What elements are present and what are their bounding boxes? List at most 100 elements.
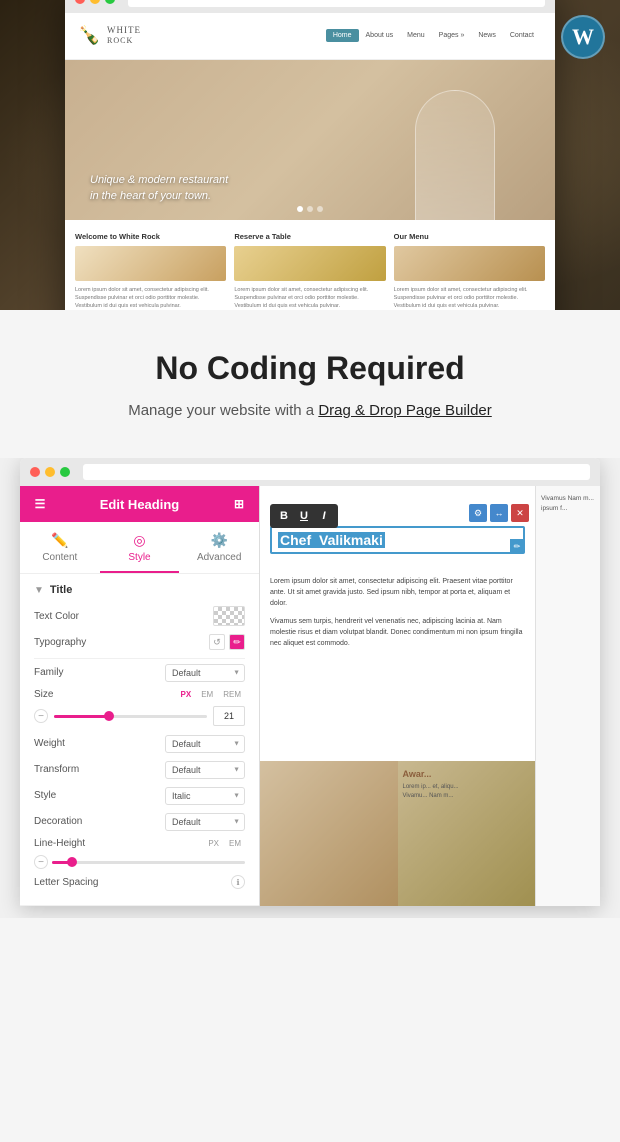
article-paragraph-2: Vivamus sem turpis, hendrerit vel venena…: [270, 616, 525, 650]
site-col-2-text: Lorem ipsum dolor sit amet, consectetur …: [234, 286, 385, 310]
lh-slider-thumb[interactable]: [67, 857, 77, 867]
decoration-select[interactable]: Default: [165, 813, 245, 831]
builder-preview-content: B U I ⚙ ↔ ✕ Chef Va: [260, 486, 600, 906]
bold-button[interactable]: B: [275, 507, 293, 525]
size-slider-track[interactable]: [54, 715, 207, 718]
award-title: Awar...: [403, 769, 432, 779]
drag-drop-link[interactable]: Drag & Drop Page Builder: [318, 402, 491, 419]
weight-select[interactable]: Default: [165, 735, 245, 753]
site-col-3: Our Menu Lorem ipsum dolor sit amet, con…: [394, 232, 545, 310]
article-paragraph-1: Lorem ipsum dolor sit amet, consectetur …: [270, 576, 525, 610]
underline-button[interactable]: U: [295, 507, 313, 525]
lh-units: PX EM: [204, 838, 245, 849]
hero-carousel-dots: [297, 206, 323, 212]
style-tab-icon: ◎: [133, 532, 145, 549]
size-decrease[interactable]: −: [34, 709, 48, 723]
line-height-row: Line-Height PX EM: [34, 838, 245, 849]
lh-unit-px[interactable]: PX: [204, 838, 223, 849]
unit-rem[interactable]: REM: [219, 689, 245, 700]
transform-select[interactable]: Default: [165, 761, 245, 779]
builder-url-bar: [83, 464, 590, 480]
refresh-button[interactable]: ↺: [209, 634, 225, 650]
nav-item-pages[interactable]: Pages »: [432, 29, 472, 42]
family-select[interactable]: Default: [165, 664, 245, 682]
transform-label: Transform: [34, 764, 79, 775]
section-title-heading: ▼ Title: [34, 584, 245, 596]
size-slider-thumb[interactable]: [104, 711, 114, 721]
site-col-3-image: [394, 246, 545, 281]
letter-spacing-info: ℹ: [231, 875, 245, 889]
typography-row: Typography ↺ ✏: [34, 634, 245, 650]
weight-row: Weight Default: [34, 734, 245, 753]
lh-slider-track[interactable]: [52, 861, 245, 864]
chef-edit-pencil[interactable]: ✏: [510, 539, 524, 553]
lh-decrease[interactable]: −: [34, 855, 48, 869]
size-number-input[interactable]: [213, 706, 245, 726]
sub-text: Manage your website with a Drag & Drop P…: [40, 399, 580, 423]
site-col-1-title: Welcome to White Rock: [75, 232, 226, 241]
browser-dot-red: [75, 0, 85, 4]
tab-style[interactable]: ◎ Style: [100, 522, 180, 573]
family-row: Family Default: [34, 663, 245, 682]
nav-item-menu[interactable]: Menu: [400, 29, 432, 42]
size-slider-fill: [54, 715, 108, 718]
logo-line2: ROCK: [107, 36, 141, 46]
text-color-row: Text Color: [34, 606, 245, 626]
hero-dot-1[interactable]: [297, 206, 303, 212]
italic-button[interactable]: I: [315, 507, 333, 525]
tab-advanced[interactable]: ⚙️ Advanced: [179, 522, 259, 573]
tab-content[interactable]: ✏️ Content: [20, 522, 100, 573]
panel-header: ☰ Edit Heading ⊞: [20, 486, 259, 522]
hero-dot-2[interactable]: [307, 206, 313, 212]
hero-dot-3[interactable]: [317, 206, 323, 212]
wordpress-icon[interactable]: W: [561, 15, 605, 59]
logo-text-block: WHITE ROCK: [107, 25, 141, 47]
sub-text-before: Manage your website with a: [128, 402, 318, 419]
site-col-2: Reserve a Table Lorem ipsum dolor sit am…: [234, 232, 385, 310]
style-select[interactable]: Italic: [165, 787, 245, 805]
logo-icon: 🍾: [79, 21, 101, 51]
unit-em[interactable]: EM: [197, 689, 217, 700]
chef-name: Chef Valikmaki: [278, 532, 517, 548]
typography-label: Typography: [34, 637, 86, 648]
builder-bar: [20, 458, 600, 486]
handle-settings-btn[interactable]: ⚙: [469, 504, 487, 522]
edit-typography-button[interactable]: ✏: [229, 634, 245, 650]
style-select-wrapper: Italic: [165, 786, 245, 805]
hero-line1: Unique & modern restaurant: [90, 172, 228, 189]
nav-item-news[interactable]: News: [471, 29, 503, 42]
article-text: Lorem ipsum dolor sit amet, consectetur …: [270, 576, 525, 655]
grid-icon[interactable]: ⊞: [231, 496, 247, 512]
logo-line1: WHITE: [107, 25, 141, 37]
letter-spacing-label: Letter Spacing: [34, 877, 227, 888]
chef-heading-block[interactable]: Chef Valikmaki ✏: [270, 526, 525, 554]
browser-dot-yellow: [90, 0, 100, 4]
award-body: Lorem ip... et, aliqu... Vivamu... Nam m…: [403, 783, 531, 801]
style-row: Style Italic: [34, 786, 245, 805]
handle-close-btn[interactable]: ✕: [511, 504, 529, 522]
style-label: Style: [34, 790, 56, 801]
decoration-label: Decoration: [34, 816, 82, 827]
panel-header-icons: ⊞: [231, 496, 247, 512]
nav-item-home[interactable]: Home: [326, 29, 359, 42]
content-tab-icon: ✏️: [51, 532, 68, 549]
hamburger-icon[interactable]: ☰: [32, 496, 48, 512]
nav-item-about[interactable]: About us: [359, 29, 401, 42]
lh-unit-em[interactable]: EM: [225, 838, 245, 849]
hero-section: W 🍾 WHITE ROCK Home About us Menu Pages …: [0, 0, 620, 310]
bottom-image-2: Awar... Lorem ip... et, aliqu... Vivamu.…: [398, 761, 536, 906]
size-row: Size PX EM REM: [34, 689, 245, 700]
color-picker[interactable]: [213, 606, 245, 626]
letter-spacing-row: Letter Spacing ℹ: [34, 875, 245, 889]
decoration-select-wrapper: Default: [165, 812, 245, 831]
site-logo: 🍾 WHITE ROCK: [79, 21, 326, 51]
size-label: Size: [34, 689, 171, 700]
handle-edit-btn[interactable]: ↔: [490, 504, 508, 522]
builder-layout: ☰ Edit Heading ⊞ ✏️ Content ◎ Style: [20, 486, 600, 906]
nav-item-contact[interactable]: Contact: [503, 29, 541, 42]
title-section: ▼ Title Text Color Typography ↺ ✏: [20, 574, 259, 906]
builder-panel: ☰ Edit Heading ⊞ ✏️ Content ◎ Style: [20, 486, 260, 906]
sidebar-text: Vivamus Nam m... ipsum f...: [541, 494, 595, 514]
unit-px[interactable]: PX: [177, 689, 196, 700]
transform-select-wrapper: Default: [165, 760, 245, 779]
